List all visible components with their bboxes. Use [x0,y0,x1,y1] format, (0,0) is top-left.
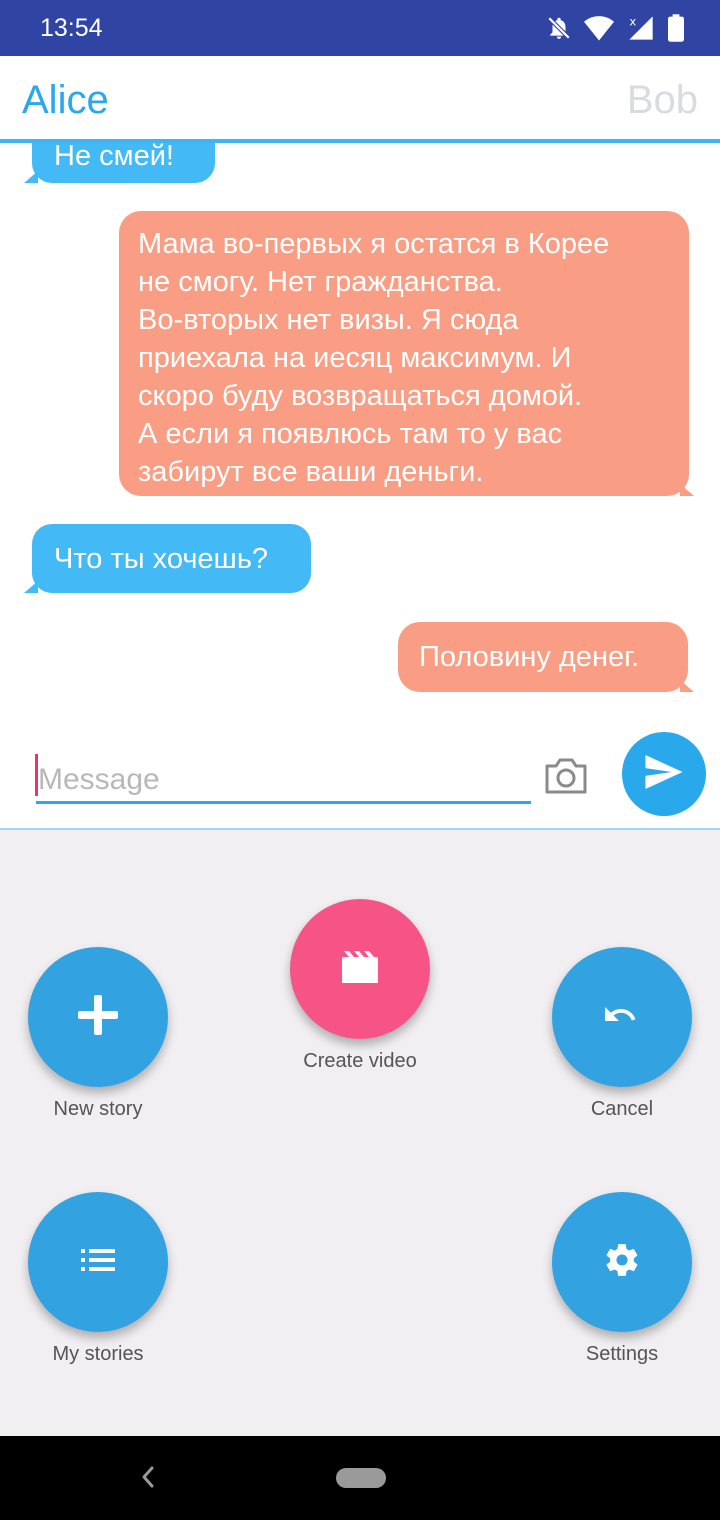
my-stories-button[interactable] [28,1192,168,1332]
message-line: Мама во-первых я остатся в Корее [138,228,610,260]
clapperboard-icon [342,950,378,988]
status-time: 13:54 [40,14,103,42]
message-line: А если я появлюсь там то у вас [138,418,563,450]
my-stories-label: My stories [52,1343,144,1365]
text-caret [35,754,38,796]
bubble-tail [24,171,38,183]
conversation-header: Alice Bob [0,56,720,143]
create-video-button[interactable] [290,899,430,1039]
message-text: Не смей! [54,143,174,172]
battery-icon [668,14,684,42]
cancel-button[interactable] [552,947,692,1087]
story-actions-panel: New story Create video Cancel My stories… [0,830,720,1436]
do-not-disturb-icon [546,15,572,41]
message-text: Что ты хочешь? [54,543,269,575]
message-composer [0,718,720,830]
message-text: Половину денег. [419,641,640,673]
bubble-tail [680,680,694,692]
cancel-label: Cancel [590,1098,654,1120]
message-bubble-incoming[interactable]: Не смей! [32,143,215,183]
send-icon [645,754,683,794]
message-bubble-outgoing[interactable]: Половину денег. [398,622,688,692]
message-bubble-outgoing[interactable]: Мама во-первых я остатся в Корее не смог… [119,211,689,496]
settings-button[interactable] [552,1192,692,1332]
message-line: забирут все ваши деньги. [138,456,484,488]
plus-icon [78,994,118,1040]
participant-bob-tab[interactable]: Bob [627,78,698,123]
undo-icon [603,1003,641,1032]
list-icon [81,1248,115,1276]
participant-alice-tab[interactable]: Alice [22,78,109,123]
chat-area[interactable]: Не смей! Мама во-первых я остатся в Коре… [0,143,720,718]
create-video-label: Create video [303,1050,417,1072]
settings-label: Settings [585,1343,659,1365]
message-line: приехала на иесяц максимум. И [138,342,572,374]
gear-icon [603,1241,641,1284]
new-story-button[interactable] [28,947,168,1087]
message-bubble-incoming[interactable]: Что ты хочешь? [32,524,311,593]
bubble-tail [24,581,38,593]
bubble-tail [680,484,694,496]
status-icons: x [546,14,684,42]
status-bar: 13:54 x [0,0,720,56]
message-line: скоро буду возвращаться домой. [138,380,583,412]
message-line: не смогу. Нет гражданства. [138,266,503,298]
signal-icon: x [626,14,656,42]
home-pill-icon[interactable] [336,1468,386,1493]
svg-text:x: x [629,15,636,29]
camera-icon[interactable] [543,756,589,796]
message-line: Во-вторых нет визы. Я сюда [138,304,519,336]
send-button[interactable] [622,732,706,816]
new-story-label: New story [53,1098,143,1120]
back-icon[interactable] [138,1462,158,1497]
message-input[interactable] [36,758,531,804]
wifi-icon [584,15,614,41]
